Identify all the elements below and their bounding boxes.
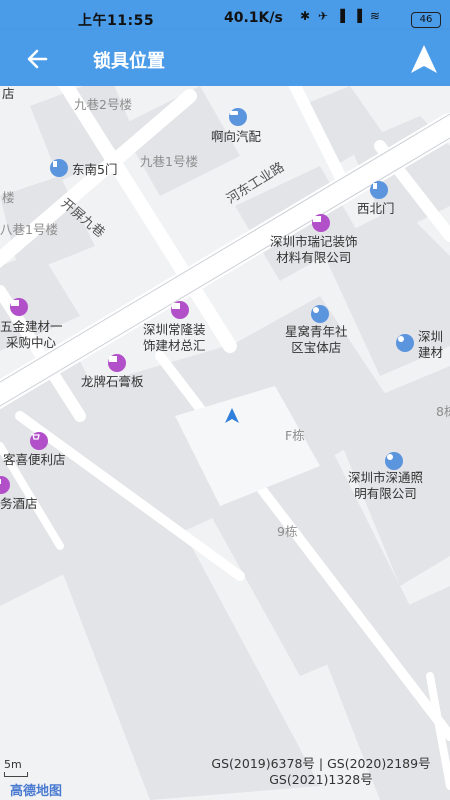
cart-icon[interactable] [30,432,48,450]
poi-jiudian[interactable]: 务酒店 [0,496,38,512]
poi-shenzhen-right[interactable]: 深圳 建材 [418,329,443,361]
poi-shentong-line2: 明有限公司 [354,486,417,501]
amap-logo: 高德地图 [10,784,63,799]
poi-wujin[interactable]: 五金建材一 采购中心 [0,319,63,351]
shop-icon[interactable] [10,298,28,316]
map-scale-bar [4,772,28,777]
poi-wujin-line1: 五金建材一 [0,319,63,334]
poi-ruiji-line1: 深圳市瑞记装饰 [270,234,358,249]
location-marker-icon [223,407,241,425]
network-speed: 40.1K/s [224,10,283,26]
battery-icon: 46 [411,12,441,28]
poi-shentong[interactable]: 深圳市深通照 明有限公司 [348,470,423,502]
shop-pin-icon[interactable] [396,334,414,352]
building-label-bajiang1: 八巷1号楼 [0,222,58,237]
shop-icon[interactable] [171,301,189,319]
building-label-jiuxiang1: 九巷1号楼 [140,154,198,169]
map-label-top-cut: 店 [2,86,15,101]
poi-wujin-line2: 采购中心 [6,335,57,350]
poi-changlong-line1: 深圳常隆装 [143,322,206,337]
status-bar: 上午11:55 40.1K/s ✱ ✈ ▐ ▐ ≋ 46 [0,0,450,30]
building-label-9: 9栋 [277,524,298,539]
gate-icon[interactable] [370,181,388,199]
app-header: 锁具位置 [0,30,450,86]
building-label-8: 8栋 [436,404,450,419]
shop-icon[interactable] [108,354,126,372]
map-scale-label: 5m [4,758,22,771]
map-copyright: GS(2019)6378号 | GS(2020)2189号 GS(2021)13… [206,756,436,788]
shop-pin-icon[interactable] [311,305,329,323]
poi-changlong[interactable]: 深圳常隆装 饰建材总汇 [143,322,206,354]
poi-xingwo[interactable]: 星窝青年社 区宝体店 [285,324,348,356]
poi-shentong-line1: 深圳市深通照 [348,470,424,485]
poi-shenzhen-right-line2: 建材 [418,345,444,360]
building-label-lou: 楼 [2,190,15,205]
arrow-left-icon[interactable] [24,44,54,74]
poi-shenzhen-right-line1: 深圳 [418,329,444,344]
poi-xibei[interactable]: 西北门 [357,201,395,217]
poi-xiangxiang[interactable]: 啊向汽配 [211,129,261,145]
status-icons: ✱ ✈ ▐ ▐ ≋ [300,9,382,23]
map-view[interactable]: 河东工业路 开屏九巷 店 九巷2号楼 九巷1号楼 楼 八巷1号楼 F栋 9栋 8… [0,86,450,800]
poi-xingwo-line1: 星窝青年社 [285,324,348,339]
poi-longpai[interactable]: 龙牌石膏板 [81,374,144,390]
shop-icon[interactable] [312,214,330,232]
poi-xingwo-line2: 区宝体店 [291,340,342,355]
poi-kejia[interactable]: 客喜便利店 [3,452,66,468]
building-label-jiuxiang2: 九巷2号楼 [74,97,132,112]
poi-changlong-line2: 饰建材总汇 [143,338,206,353]
navigation-arrow-icon[interactable] [407,42,441,76]
poi-dongnan[interactable]: 东南5门 [72,162,117,178]
poi-ruiji-line2: 材料有限公司 [276,250,352,265]
car-parts-icon[interactable] [229,108,247,126]
status-time: 上午11:55 [78,13,155,29]
copyright-line1: GS(2019)6378号 | GS(2020)2189号 [211,756,431,771]
building-label-f: F栋 [285,428,305,443]
poi-ruiji[interactable]: 深圳市瑞记装饰 材料有限公司 [270,234,358,266]
shop-pin-icon[interactable] [385,452,403,470]
page-title: 锁具位置 [93,51,165,72]
copyright-line2: GS(2021)1328号 [269,772,373,787]
gate-icon[interactable] [50,159,68,177]
